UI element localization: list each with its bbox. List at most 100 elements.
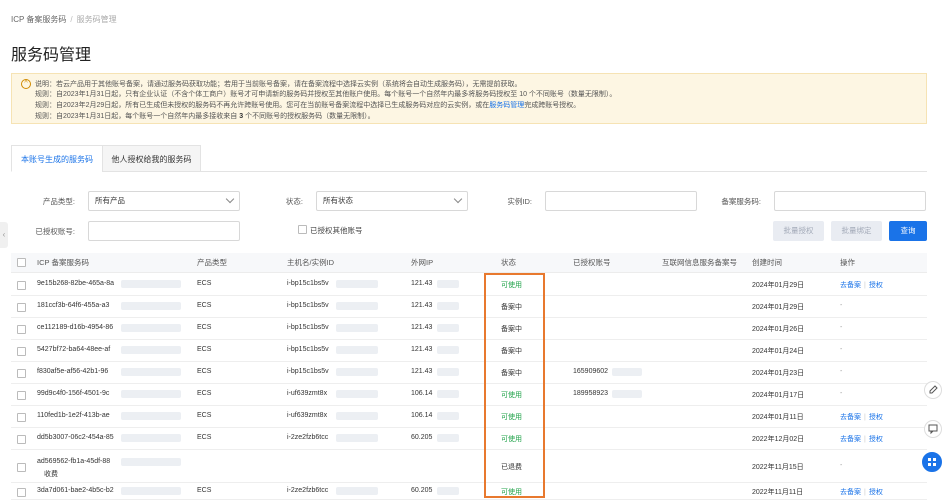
redacted-area — [336, 434, 378, 442]
breadcrumb-current: 服务码管理 — [76, 15, 117, 24]
cell-actions-empty: - — [840, 368, 843, 375]
redacted-area — [437, 280, 459, 288]
breadcrumb-separator: / — [70, 15, 73, 24]
cell-created: 2024年01月17日 — [752, 392, 805, 399]
cell-instance: i-2ze2fzb6tcc — [287, 487, 329, 494]
cell-service-code: ce112189-d16b-4954-86 — [37, 324, 114, 331]
row-checkbox[interactable] — [17, 463, 26, 472]
instance-id-input[interactable] — [545, 191, 697, 211]
col-public-ip: 外网IP — [411, 258, 434, 267]
row-checkbox[interactable] — [17, 435, 26, 444]
redacted-area — [121, 412, 181, 420]
row-checkbox[interactable] — [17, 413, 26, 422]
cell-service-code: 181ccf3b-64f6-455a-a3 — [37, 302, 110, 309]
redacted-area — [336, 412, 378, 420]
col-product-type: 产品类型 — [197, 258, 227, 267]
status-label: 状态: — [285, 197, 303, 206]
status-select[interactable]: 所有状态 — [316, 191, 468, 211]
feedback-icon[interactable] — [924, 420, 942, 438]
cell-created: 2024年01月24日 — [752, 348, 805, 355]
row-checkbox[interactable] — [17, 281, 26, 290]
notice-line-4-suffix: 个不同账号的授权服务码（数量无限制）。 — [245, 113, 375, 120]
row-checkbox[interactable] — [17, 369, 26, 378]
status-column-highlight — [484, 273, 545, 498]
table-row: 181ccf3b-64f6-455a-a3 ECS i-bp15c1bs5v 121.… — [11, 296, 927, 318]
cell-product-type: ECS — [197, 390, 212, 397]
product-type-label: 产品类型: — [42, 197, 75, 206]
cell-public-ip: 106.14 — [411, 412, 433, 419]
redacted-area — [437, 487, 459, 495]
redacted-area — [121, 434, 181, 442]
cell-created: 2022年11月11日 — [752, 489, 804, 496]
notice-box: ^ 说明：若云产品用于其他账号备案，请通过服务码获取功能；若用于当前账号备案，请… — [11, 73, 927, 124]
notice-line-4-prefix: 规则：自2023年1月31日起，每个账号一个自然年内最多接收来自 — [35, 113, 238, 120]
cell-authorized-account: 165909602 — [573, 368, 609, 375]
tab-authorized-codes[interactable]: 他人授权给我的服务码 — [102, 145, 201, 172]
action-separator: | — [864, 436, 866, 443]
authorize-link[interactable]: 授权 — [869, 282, 883, 289]
authorize-other-checkbox[interactable] — [298, 225, 307, 234]
go-filing-link[interactable]: 去备案 — [840, 282, 861, 289]
batch-bind-button[interactable]: 批量绑定 — [831, 221, 882, 241]
authorize-link[interactable]: 授权 — [869, 414, 883, 421]
row-checkbox[interactable] — [17, 347, 26, 356]
redacted-area — [121, 487, 181, 495]
product-type-select[interactable]: 所有产品 — [88, 191, 240, 211]
page-title: 服务码管理 — [11, 47, 92, 64]
cell-created: 2022年11月15日 — [752, 464, 804, 471]
redacted-area — [121, 302, 181, 310]
breadcrumb-root[interactable]: ICP 备案服务码 — [11, 15, 66, 24]
cell-created: 2024年01月29日 — [752, 304, 805, 311]
row-checkbox[interactable] — [17, 303, 26, 312]
cell-public-ip: 106.14 — [411, 390, 433, 397]
batch-authorize-button[interactable]: 批量授权 — [773, 221, 824, 241]
authorized-account-label: 已授权账号: — [35, 227, 75, 236]
redacted-area — [336, 390, 378, 398]
search-button[interactable]: 查询 — [889, 221, 927, 241]
help-icon[interactable] — [922, 452, 942, 472]
go-filing-link[interactable]: 去备案 — [840, 414, 861, 421]
col-authorized-account: 已授权账号 — [573, 258, 611, 267]
cell-public-ip: 121.43 — [411, 280, 433, 287]
cell-actions-empty: - — [840, 346, 843, 353]
redacted-area — [437, 346, 459, 354]
cell-created: 2024年01月29日 — [752, 282, 805, 289]
authorize-link[interactable]: 授权 — [869, 436, 883, 443]
edit-icon[interactable] — [924, 381, 942, 399]
row-checkbox[interactable] — [17, 391, 26, 400]
cell-instance: i-bp15c1bs5v — [287, 280, 329, 287]
cell-product-type: ECS — [197, 434, 212, 441]
instance-id-label: 实例ID: — [507, 197, 532, 206]
service-code-input[interactable] — [774, 191, 926, 211]
select-all-checkbox[interactable] — [17, 258, 26, 267]
row-checkbox[interactable] — [17, 488, 26, 497]
redacted-area — [437, 412, 459, 420]
redacted-area — [437, 324, 459, 332]
tab-own-codes[interactable]: 本账号生成的服务码 — [11, 145, 103, 172]
go-filing-link[interactable]: 去备案 — [840, 489, 861, 496]
collapse-icon[interactable]: ^ — [21, 79, 31, 89]
authorize-link[interactable]: 授权 — [869, 489, 883, 496]
service-code-manage-link[interactable]: 服务码管理 — [489, 102, 524, 109]
cell-actions-empty: - — [840, 390, 843, 397]
cell-created: 2024年01月11日 — [752, 414, 804, 421]
cell-instance: i-bp15c1bs5v — [287, 302, 329, 309]
table-header: ICP 备案服务码 产品类型 主机名/实例ID 外网IP 状态 已授权账号 互联… — [11, 253, 927, 273]
redacted-area — [437, 368, 459, 376]
side-collapse-toggle[interactable]: ‹ — [0, 222, 8, 248]
redacted-area — [336, 368, 378, 376]
table-row: 99d9c4f0-156f-4501-9c ECS i-uf639zmt8x 106.… — [11, 384, 927, 406]
cell-service-code: f830af5e-af56-42b1-96 — [37, 368, 109, 375]
col-service-code: ICP 备案服务码 — [37, 258, 89, 267]
action-separator: | — [864, 489, 866, 496]
cell-product-type: ECS — [197, 487, 212, 494]
cell-instance: i-bp15c1bs5v — [287, 346, 329, 353]
notice-line-1: 说明：若云产品用于其他账号备案，请通过服务码获取功能；若用于当前账号备案，请在备… — [35, 81, 522, 88]
product-type-value: 所有产品 — [95, 196, 125, 205]
redacted-area — [437, 390, 459, 398]
go-filing-link[interactable]: 去备案 — [840, 436, 861, 443]
redacted-area — [121, 324, 181, 332]
row-checkbox[interactable] — [17, 325, 26, 334]
authorized-account-input[interactable] — [88, 221, 240, 241]
cell-product-type: ECS — [197, 302, 212, 309]
